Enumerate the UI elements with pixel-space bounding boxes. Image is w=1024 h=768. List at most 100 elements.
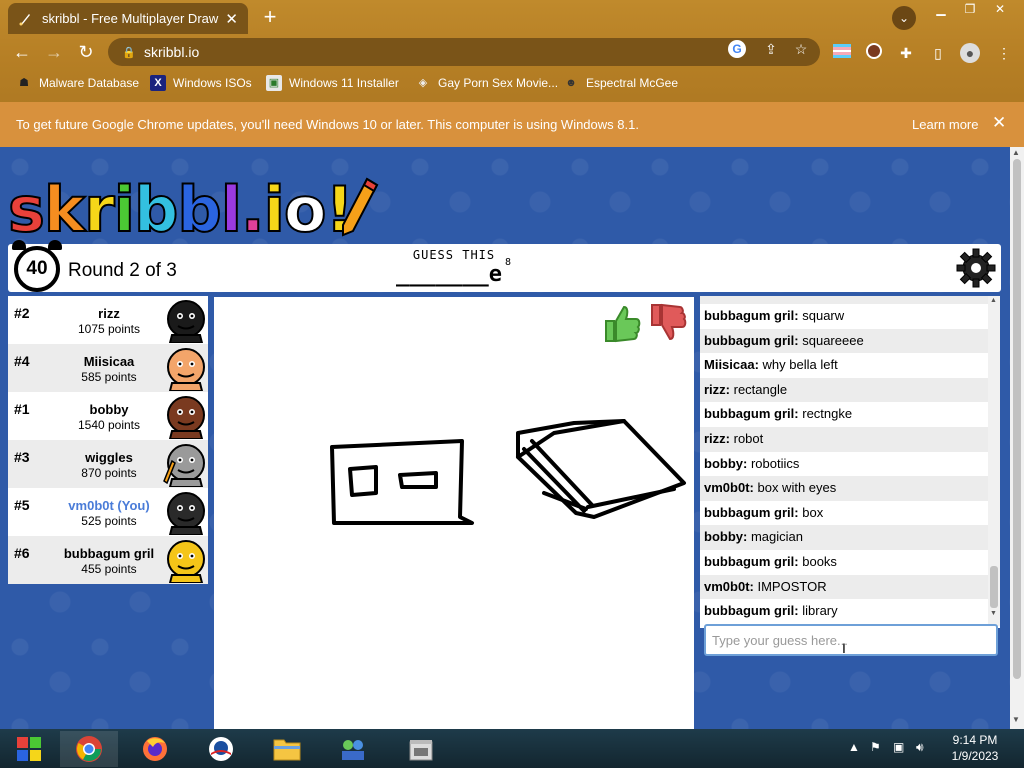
- pencil-icon: [341, 177, 379, 237]
- taskbar-store[interactable]: [392, 731, 450, 767]
- text-cursor-icon: I: [842, 640, 846, 656]
- player-avatar-icon: [167, 348, 205, 391]
- page-scrollbar[interactable]: ▲ ▼: [1010, 147, 1024, 729]
- browser-chrome: skribbl - Free Multiplayer Drawing ✕ + ⌄…: [0, 0, 1024, 147]
- taskbar-chrome[interactable]: [60, 731, 118, 767]
- reload-button[interactable]: ↻: [74, 40, 98, 64]
- menu-kebab-icon[interactable]: ⋮: [994, 43, 1014, 63]
- guess-this-label: GUESS THIS: [412, 248, 496, 262]
- drawing-canvas[interactable]: [214, 297, 694, 729]
- url-text: skribbl.io: [144, 44, 200, 60]
- chat-username: vm0b0t:: [704, 480, 754, 496]
- chat-scroll-thumb[interactable]: [990, 566, 998, 608]
- player-rank: #6: [14, 545, 30, 561]
- back-button[interactable]: ←: [10, 40, 34, 64]
- chat-username: rizz:: [704, 430, 730, 446]
- bookmark-gay-porn-sex-movie[interactable]: ◈ Gay Porn Sex Movie...: [415, 75, 558, 91]
- settings-gear-icon[interactable]: [956, 248, 996, 288]
- skribbl-favicon-icon: [19, 13, 30, 25]
- page-scroll-down-icon[interactable]: ▼: [1012, 715, 1020, 724]
- tray-expand-icon[interactable]: ▲: [848, 740, 860, 754]
- bookmark-star-icon[interactable]: ☆: [792, 40, 810, 58]
- player-name: rizz: [98, 306, 120, 321]
- drawing-strokes: [330, 419, 686, 525]
- learn-more-link[interactable]: Learn more: [912, 117, 978, 132]
- tab-close-icon[interactable]: ✕: [225, 10, 238, 28]
- chat-scroll-up-icon[interactable]: ▲: [990, 297, 997, 304]
- chat-text: why bella left: [762, 357, 838, 373]
- chat-message: bubbagum gril: books: [700, 550, 1000, 575]
- share-icon[interactable]: ⇪: [762, 40, 780, 58]
- thumbs-up-icon[interactable]: [600, 301, 644, 345]
- player-avatar-icon: [167, 540, 205, 583]
- chat-text: rectangle: [733, 381, 788, 397]
- player-row[interactable]: #6 bubbagum gril 455 points: [8, 536, 208, 584]
- minimize-button[interactable]: ▁: [926, 0, 956, 18]
- chat-message: bubbagum gril: squarw: [700, 304, 1000, 329]
- word-hint: _______e 8: [396, 257, 511, 287]
- chat-username: bubbagum gril:: [704, 406, 799, 422]
- extensions-puzzle-icon[interactable]: ✚: [896, 43, 916, 63]
- player-name: Miisicaa: [83, 354, 135, 369]
- address-bar[interactable]: 🔒 skribbl.io: [108, 38, 820, 66]
- player-row[interactable]: #1 bobby 1540 points: [8, 392, 208, 440]
- forward-button[interactable]: →: [42, 40, 66, 64]
- player-list: #2 rizz 1075 points #4 Miisicaa 585 points #1 b…: [8, 296, 208, 586]
- profile-avatar-icon[interactable]: ●: [960, 43, 980, 63]
- new-tab-button[interactable]: +: [258, 4, 282, 30]
- chat-scroll-down-icon[interactable]: ▼: [990, 610, 997, 617]
- extension-flag-icon[interactable]: [832, 43, 852, 63]
- chat-username: rizz:: [704, 381, 730, 397]
- taskbar-network-app[interactable]: [324, 731, 382, 767]
- chat-message: bobby: magician: [700, 525, 1000, 550]
- guess-input[interactable]: [704, 624, 998, 656]
- alarm-bell-right-icon: [48, 240, 62, 250]
- taskbar-file-explorer[interactable]: [258, 731, 316, 767]
- close-window-button[interactable]: ✕: [985, 0, 1015, 18]
- player-row[interactable]: #4 Miisicaa 585 points: [8, 344, 208, 392]
- page-scroll-thumb[interactable]: [1013, 159, 1021, 679]
- chat-message: Miisicaa: why bella left: [700, 353, 1000, 378]
- bookmark-espectral-mcgee[interactable]: ☻ Espectral McGee: [563, 75, 678, 91]
- chat-username: vm0b0t:: [704, 578, 754, 594]
- thumbs-down-icon[interactable]: [646, 301, 690, 345]
- bookmark-windows-11-installer[interactable]: ▣ Windows 11 Installer: [266, 75, 399, 91]
- restore-button[interactable]: ❐: [955, 0, 985, 18]
- infobar-close-icon[interactable]: ✕: [992, 113, 1006, 133]
- side-panel-icon[interactable]: ▯: [928, 43, 948, 63]
- google-lens-icon[interactable]: G: [728, 40, 746, 58]
- chat-scrollbar[interactable]: ▲ ▼: [988, 296, 1000, 626]
- chat-message: rizz: robot: [700, 426, 1000, 452]
- timer-value: 40: [14, 246, 60, 292]
- chat-username: bubbagum gril:: [704, 603, 799, 619]
- player-row[interactable]: #2 rizz 1075 points: [8, 296, 208, 344]
- chat-text: IMPOSTOR: [757, 578, 827, 594]
- package-icon: ◈: [418, 77, 428, 89]
- tab-search-button[interactable]: ⌄: [892, 6, 916, 30]
- clock[interactable]: 9:14 PM 1/9/2023: [940, 732, 1010, 764]
- start-button[interactable]: [0, 731, 58, 767]
- network-icon[interactable]: ▣: [893, 740, 904, 754]
- player-row[interactable]: #5 vm0b0t (You) 525 points: [8, 488, 208, 536]
- chat-message: bubbagum gril: library: [700, 599, 1000, 624]
- action-center-flag-icon[interactable]: ⚑: [870, 740, 881, 754]
- tab-skribbl[interactable]: skribbl - Free Multiplayer Drawing ✕: [8, 3, 248, 34]
- profile-extension-icon[interactable]: [864, 43, 884, 63]
- taskbar-firefox[interactable]: [126, 731, 184, 767]
- player-rank: #1: [14, 401, 30, 417]
- windows-taskbar: ▲ ⚑ ▣ 🔊︎ 9:14 PM 1/9/2023: [0, 729, 1024, 768]
- infobar-message: To get future Google Chrome updates, you…: [16, 117, 639, 132]
- player-row[interactable]: #3 wiggles 870 points: [8, 440, 208, 488]
- page-scroll-up-icon[interactable]: ▲: [1012, 148, 1020, 157]
- volume-icon[interactable]: 🔊︎: [916, 740, 924, 755]
- chat-top-clipped-row: [700, 296, 1000, 304]
- player-name: vm0b0t (You): [68, 498, 150, 513]
- bookmark-windows-isos[interactable]: X Windows ISOs: [150, 75, 252, 91]
- bookmark-malware-database[interactable]: ☗ Malware Database: [16, 75, 139, 91]
- chrome-icon: [76, 736, 102, 762]
- lock-icon: 🔒: [122, 46, 136, 59]
- chat-text: squareeee: [802, 332, 864, 348]
- obama-logo-icon: [209, 737, 233, 761]
- taskbar-app-3[interactable]: [192, 731, 250, 767]
- player-rank: #5: [14, 497, 30, 513]
